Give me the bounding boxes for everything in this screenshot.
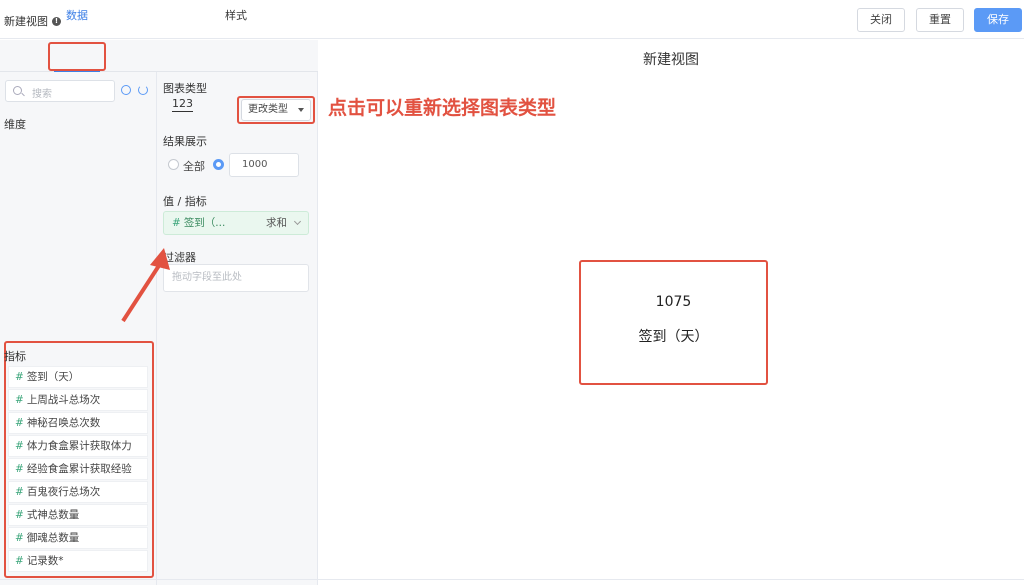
bottom-divider [0,579,1024,585]
annotation-arrow-icon [121,248,170,323]
